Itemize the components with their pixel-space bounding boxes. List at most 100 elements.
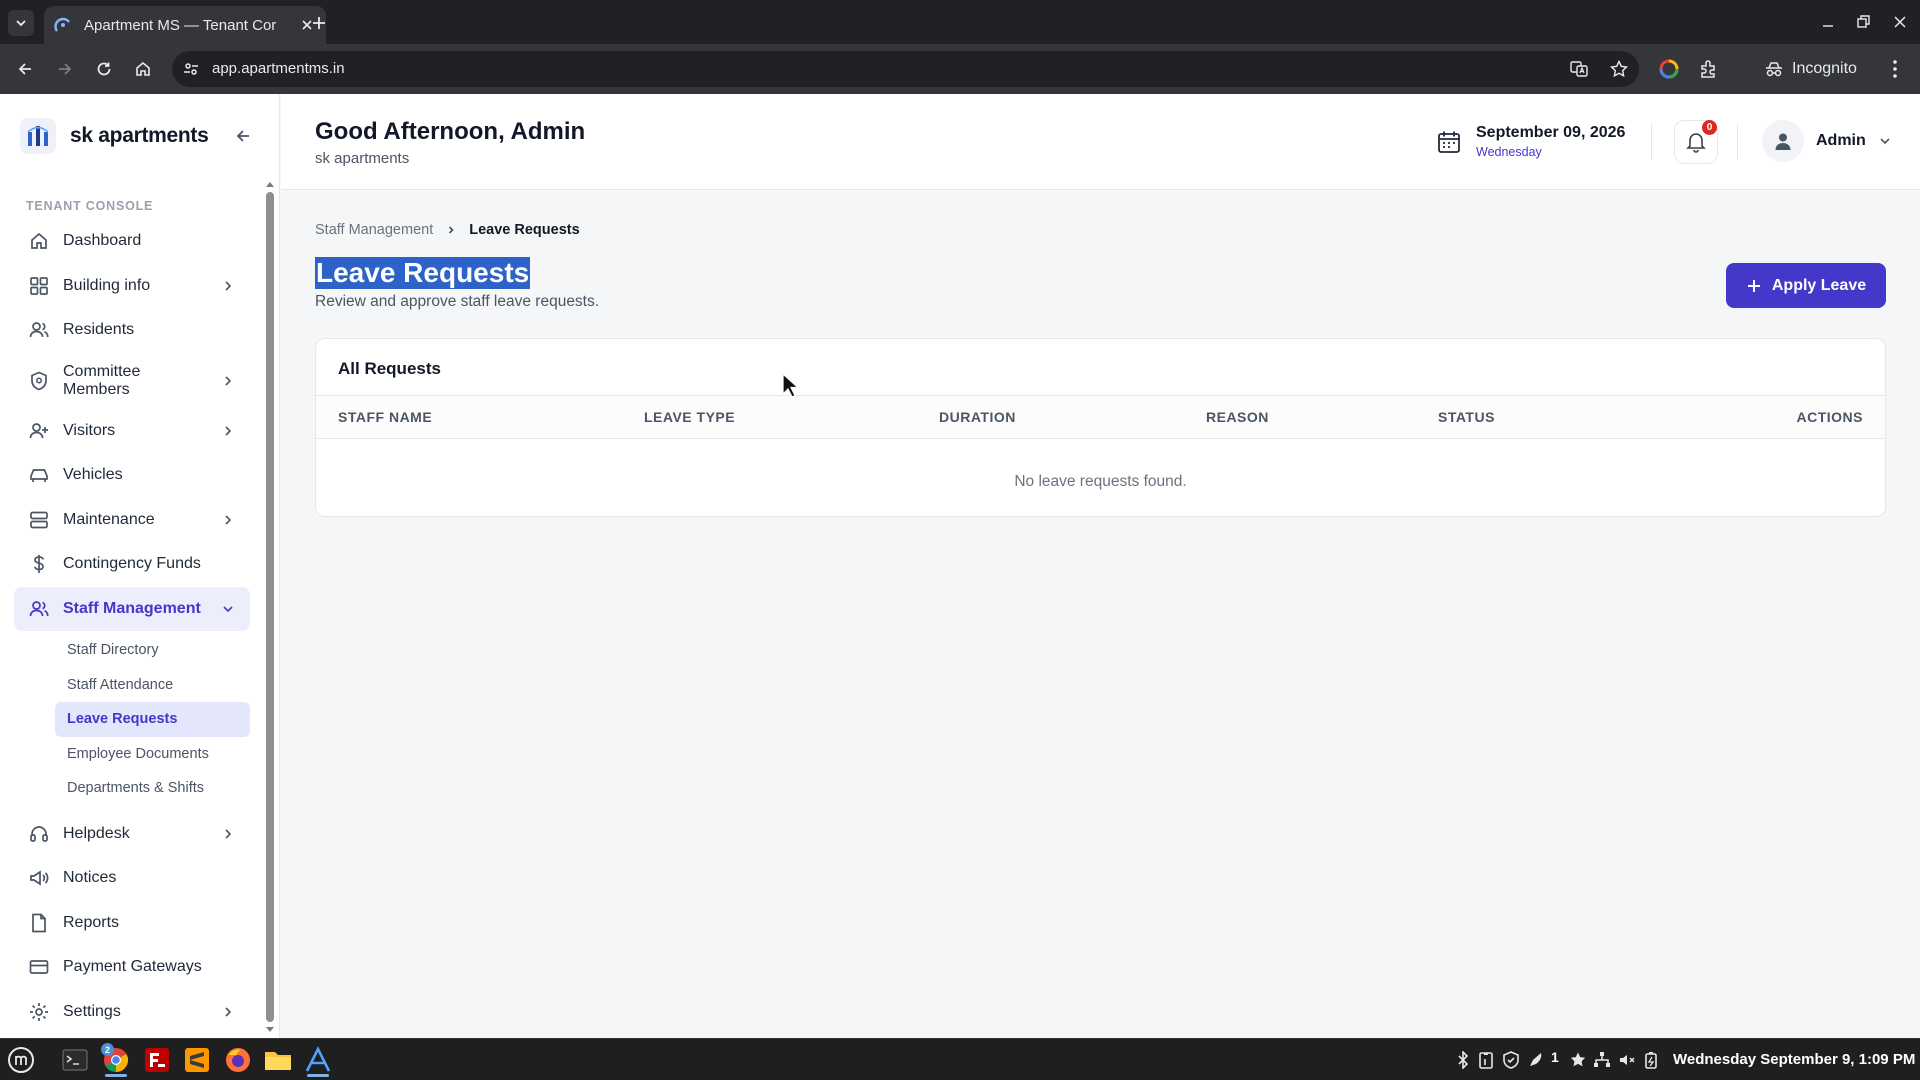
site-favicon-icon [54,17,70,32]
sidebar-item-residents[interactable]: Residents [14,308,250,353]
arrow-left-icon [236,130,249,142]
user-menu[interactable]: Admin [1762,120,1892,162]
server-icon [30,511,48,529]
chevron-right-icon [225,281,232,291]
sidebar-subitem-departments-shifts[interactable]: Departments & Shifts [55,771,250,806]
sidebar-subitem-staff-attendance[interactable]: Staff Attendance [55,668,250,703]
taskbar-clock[interactable]: Wednesday September 9, 1:09 PM [1673,1051,1915,1068]
sidebar-subitem-leave-requests[interactable]: Leave Requests [55,702,250,737]
chevron-down-icon [16,20,26,27]
sidebar-item-reports[interactable]: Reports [14,901,250,946]
battery-icon[interactable] [1643,1051,1659,1069]
headset-icon [30,825,48,842]
sidebar-item-staff-management[interactable]: Staff Management [14,586,250,631]
filezilla-app[interactable] [140,1043,174,1077]
sidebar-item-building-info[interactable]: Building info [14,264,250,309]
sidebar-item-maintenance[interactable]: Maintenance [14,498,250,543]
browser-menu-icon[interactable] [1886,58,1904,80]
top-header: Good Afternoon, Admin sk apartments Sept… [281,94,1920,190]
minimize-icon[interactable] [1818,12,1838,32]
sidebar-item-label: Payment Gateways [63,958,202,976]
column-header-staff-name[interactable]: STAFF NAME [338,409,432,425]
sidebar-item-payment-gateways[interactable]: Payment Gateways [14,945,250,990]
sidebar-item-label: Notices [63,869,117,887]
window-close-icon[interactable] [1890,12,1910,32]
bookmark-star-icon[interactable] [1609,59,1629,79]
incognito-indicator[interactable]: Incognito [1752,51,1880,87]
tab-search-button[interactable] [8,10,34,36]
chevron-right-icon [225,1007,232,1017]
incognito-icon [1766,62,1782,77]
column-header-actions: ACTIONS [1796,409,1863,425]
chevron-right-icon [225,426,232,436]
sidebar-item-helpdesk[interactable]: Helpdesk [14,812,250,857]
files-app[interactable] [261,1043,295,1077]
column-header-reason[interactable]: REASON [1206,409,1269,425]
header-divider [1651,124,1652,160]
rocket-icon[interactable] [1527,1051,1545,1069]
greeting-title: Good Afternoon, Admin [315,118,586,145]
reload-button[interactable] [91,56,117,82]
filezilla-icon [145,1048,169,1072]
sidebar-item-settings[interactable]: Settings [14,990,250,1035]
sidebar-item-vehicles[interactable]: Vehicles [14,453,250,498]
back-button[interactable] [12,56,38,82]
collapse-sidebar-button[interactable] [234,127,252,145]
sidebar-item-contingency-funds[interactable]: Contingency Funds [14,542,250,587]
scroll-up-arrow-icon[interactable] [265,180,275,188]
mint-logo-icon [8,1047,34,1073]
column-header-status[interactable]: STATUS [1438,409,1495,425]
users-icon [29,600,49,616]
chrome-window-count-badge: 2 [101,1043,114,1056]
extensions-puzzle-icon[interactable] [1698,58,1720,80]
user-plus-icon [29,422,48,438]
brand[interactable]: sk apartments [20,118,209,154]
credit-card-icon [29,960,49,975]
forward-button[interactable] [52,56,78,82]
volume-muted-icon[interactable] [1618,1051,1636,1069]
address-bar[interactable]: app.apartmentms.in [172,51,1639,87]
sidebar-item-label: Vehicles [63,466,123,484]
apply-leave-button[interactable]: Apply Leave [1726,263,1886,308]
sidebar-item-committee-members[interactable]: Committee Members [14,353,250,409]
restore-icon[interactable] [1853,12,1873,32]
breadcrumb-parent-link[interactable]: Staff Management [315,222,433,238]
star-icon[interactable] [1569,1051,1587,1069]
bluetooth-icon[interactable] [1456,1051,1470,1069]
new-tab-icon[interactable] [308,12,330,34]
sidebar-item-dashboard[interactable]: Dashboard [14,219,250,264]
scroll-down-arrow-icon[interactable] [265,1026,275,1034]
sidebar-scrollbar-thumb[interactable] [266,192,274,1022]
browser-tab[interactable]: Apartment MS — Tenant Cor [44,6,326,44]
column-header-leave-type[interactable]: LEAVE TYPE [644,409,735,425]
url-text: app.apartmentms.in [212,60,345,77]
network-icon[interactable] [1593,1051,1611,1069]
firefox-app[interactable] [221,1043,255,1077]
tab-title: Apartment MS — Tenant Cor [84,16,277,34]
column-header-duration[interactable]: DURATION [939,409,1016,425]
sublime-text-app[interactable] [180,1043,214,1077]
home-button[interactable] [130,56,156,82]
sublime-text-icon [185,1048,209,1072]
chrome-app[interactable]: 2 [99,1043,133,1077]
translate-icon[interactable] [1569,59,1589,79]
sidebar-subitem-employee-documents[interactable]: Employee Documents [55,737,250,772]
site-settings-icon[interactable] [182,60,200,78]
sidebar-item-notices[interactable]: Notices [14,856,250,901]
os-menu-button[interactable] [4,1043,38,1077]
page-description: Review and approve staff leave requests. [315,293,600,310]
extension-color-icon[interactable] [1658,58,1680,80]
staff-management-subnav: Staff Directory Staff Attendance Leave R… [14,631,250,812]
apply-leave-label: Apply Leave [1771,276,1867,294]
folder-icon [265,1052,291,1070]
terminal-app[interactable] [58,1043,92,1077]
app-launcher-active[interactable] [301,1043,335,1077]
shield-update-icon[interactable] [1502,1051,1520,1069]
chevron-right-icon [225,515,232,525]
arrow-left-icon [18,63,31,75]
clipboard-icon[interactable] [1478,1051,1494,1069]
users-icon [29,322,49,338]
browser-toolbar: app.apartmentms.in Incognito [0,44,1920,94]
sidebar-item-visitors[interactable]: Visitors [14,409,250,454]
sidebar-subitem-staff-directory[interactable]: Staff Directory [55,633,250,668]
